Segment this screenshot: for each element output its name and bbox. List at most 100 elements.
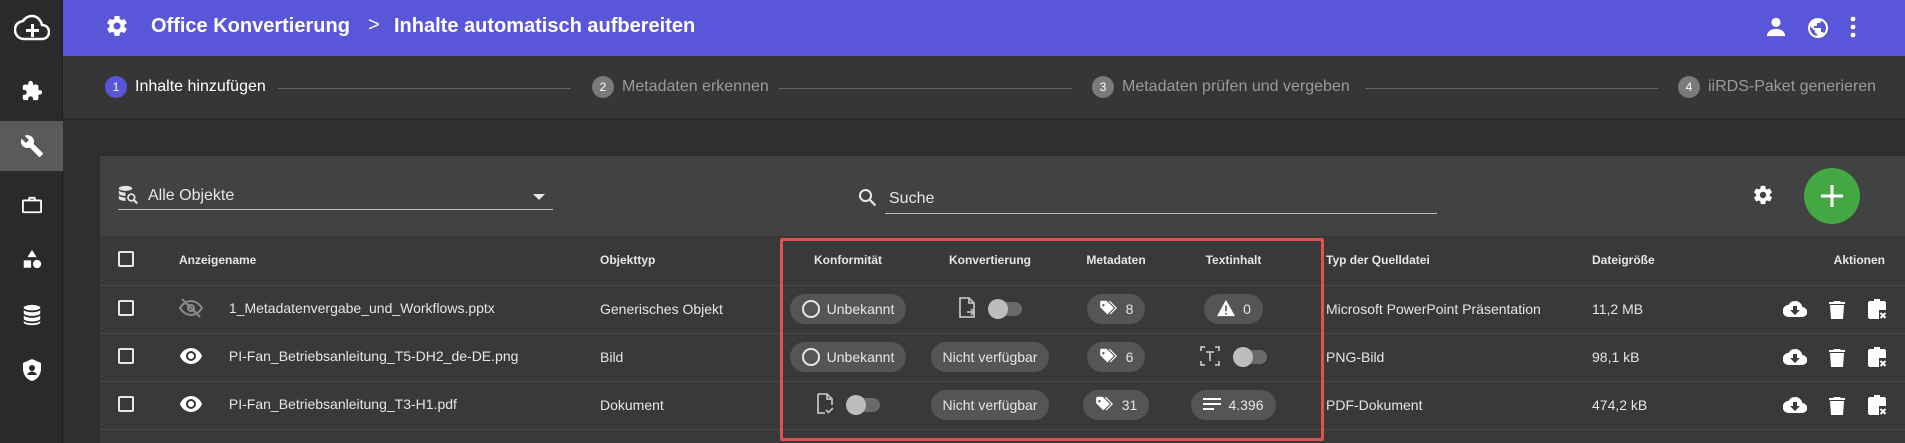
visibility-icon[interactable] [179, 347, 225, 368]
step-2-label: Metadaten erkennen [622, 78, 769, 95]
visibility-off-icon[interactable] [178, 297, 225, 321]
conversion-chip: Nicht verfügbar [930, 342, 1050, 372]
file-size: 474,2 kB [1592, 381, 1747, 430]
clipboard-remove-icon[interactable] [1867, 346, 1887, 368]
search-icon [858, 188, 877, 212]
step-3-label: Metadaten prüfen und vergeben [1122, 78, 1350, 95]
step-connector [278, 88, 571, 89]
source-type: Microsoft PowerPoint Präsentation [1326, 285, 1592, 334]
object-type: Dokument [592, 381, 777, 430]
download-icon[interactable] [1782, 300, 1808, 318]
chevron-down-icon [533, 194, 545, 200]
objects-table: Anzeigename Objekttyp Konformität Konver… [100, 236, 1905, 430]
col-header-size[interactable]: Dateigröße [1592, 236, 1747, 286]
metadata-chip[interactable]: 8 [1086, 294, 1146, 324]
search-input[interactable]: Suche [889, 190, 934, 208]
step-connector [779, 88, 1072, 89]
file-convert-icon [958, 296, 976, 322]
step-1-label: Inhalte hinzufügen [135, 78, 266, 95]
text-lines-icon [1203, 397, 1222, 414]
more-vert-icon[interactable] [1850, 16, 1856, 43]
database-search-icon [118, 185, 138, 210]
textcontent-chip[interactable]: 4.396 [1191, 390, 1276, 420]
visibility-icon[interactable] [179, 395, 225, 416]
conformity-toggle[interactable] [845, 395, 880, 415]
col-header-source-type[interactable]: Typ der Quelldatei [1326, 236, 1592, 286]
circle-outline-icon [801, 348, 820, 366]
step-connector [1365, 88, 1658, 89]
select-all-checkbox[interactable] [118, 250, 134, 267]
object-type: Bild [592, 333, 777, 382]
table-row[interactable]: 1_Metadatenvergabe_und_Workflows.pptx Ge… [100, 285, 1905, 334]
source-type: PNG-Bild [1326, 333, 1592, 382]
plus-icon [1821, 185, 1843, 207]
briefcase-icon[interactable] [0, 180, 63, 230]
table-header-row: Anzeigename Objekttyp Konformität Konver… [100, 236, 1905, 286]
wrench-icon[interactable] [0, 121, 63, 171]
table-toolbar: Alle Objekte Suche [100, 156, 1905, 236]
download-icon[interactable] [1782, 348, 1808, 366]
table-row[interactable]: PI-Fan_Betriebsanleitung_T5-DH2_de-DE.pn… [100, 333, 1905, 382]
col-header-conformity[interactable]: Konformität [777, 236, 919, 286]
object-name[interactable]: PI-Fan_Betriebsanleitung_T5-DH2_de-DE.pn… [229, 348, 519, 364]
conversion-toggle[interactable] [987, 299, 1022, 319]
step-3[interactable]: 3 Metadaten prüfen und vergeben [1092, 76, 1350, 98]
page-title: Inhalte automatisch aufbereiten [394, 15, 696, 37]
puzzle-icon[interactable] [0, 66, 63, 116]
col-header-name[interactable]: Anzeigename [157, 236, 592, 286]
add-button[interactable] [1804, 168, 1860, 224]
app-header: Office Konvertierung > Inhalte automatis… [63, 0, 1905, 56]
col-header-type[interactable]: Objekttyp [592, 236, 777, 286]
step-2[interactable]: 2 Metadaten erkennen [592, 76, 769, 98]
textcontent-toggle[interactable] [1233, 347, 1268, 367]
user-icon[interactable] [1765, 16, 1787, 43]
tag-icon [1095, 396, 1115, 415]
col-header-metadata[interactable]: Metadaten [1061, 236, 1171, 286]
filter-value: Alle Objekte [148, 187, 235, 204]
source-type: PDF-Dokument [1326, 381, 1592, 430]
delete-icon[interactable] [1829, 396, 1846, 415]
content-panel: Alle Objekte Suche Anzeigename Objekttyp [100, 156, 1905, 443]
gear-icon[interactable] [1752, 184, 1774, 211]
clipboard-remove-icon[interactable] [1867, 394, 1887, 416]
file-size: 98,1 kB [1592, 333, 1747, 382]
row-checkbox[interactable] [118, 347, 134, 364]
textcontent-chip[interactable]: 0 [1204, 294, 1263, 324]
tag-icon [1099, 300, 1119, 319]
object-name[interactable]: PI-Fan_Betriebsanleitung_T3-H1.pdf [229, 396, 457, 412]
object-name[interactable]: 1_Metadatenvergabe_und_Workflows.pptx [229, 300, 495, 316]
file-size: 11,2 MB [1592, 285, 1747, 334]
clipboard-remove-icon[interactable] [1867, 298, 1887, 320]
file-check-icon [816, 392, 834, 418]
warning-icon [1216, 299, 1236, 320]
delete-icon[interactable] [1829, 300, 1846, 319]
shapes-icon[interactable] [0, 234, 63, 284]
breadcrumb-separator: > [368, 14, 380, 36]
conformity-chip[interactable]: Unbekannt [789, 342, 907, 372]
step-4-label: iiRDS-Paket generieren [1708, 78, 1877, 95]
col-header-actions: Aktionen [1747, 236, 1905, 286]
step-1[interactable]: 1 Inhalte hinzufügen [105, 76, 266, 98]
search-field[interactable]: Suche [855, 182, 1437, 214]
circle-outline-icon [801, 300, 820, 318]
conformity-chip[interactable]: Unbekannt [789, 294, 907, 324]
globe-icon[interactable] [1806, 16, 1830, 45]
row-checkbox[interactable] [118, 395, 134, 412]
row-checkbox[interactable] [118, 299, 134, 316]
cloud-add-icon[interactable] [0, 0, 63, 56]
shield-icon[interactable] [0, 345, 63, 395]
stepper: 1 Inhalte hinzufügen 2 Metadaten erkenne… [63, 56, 1905, 120]
object-filter-select[interactable]: Alle Objekte [118, 182, 553, 210]
text-recognition-icon [1199, 345, 1220, 369]
metadata-chip[interactable]: 31 [1082, 390, 1150, 420]
col-header-textcontent[interactable]: Textinhalt [1171, 236, 1326, 286]
tag-icon [1099, 348, 1119, 367]
delete-icon[interactable] [1829, 348, 1846, 367]
metadata-chip[interactable]: 6 [1086, 342, 1146, 372]
step-4[interactable]: 4 iiRDS-Paket generieren [1678, 76, 1876, 98]
col-header-conversion[interactable]: Konvertierung [919, 236, 1061, 286]
database-icon[interactable] [0, 290, 63, 340]
table-row[interactable]: PI-Fan_Betriebsanleitung_T3-H1.pdf Dokum… [100, 381, 1905, 430]
gear-icon[interactable] [105, 14, 129, 43]
download-icon[interactable] [1782, 396, 1808, 414]
